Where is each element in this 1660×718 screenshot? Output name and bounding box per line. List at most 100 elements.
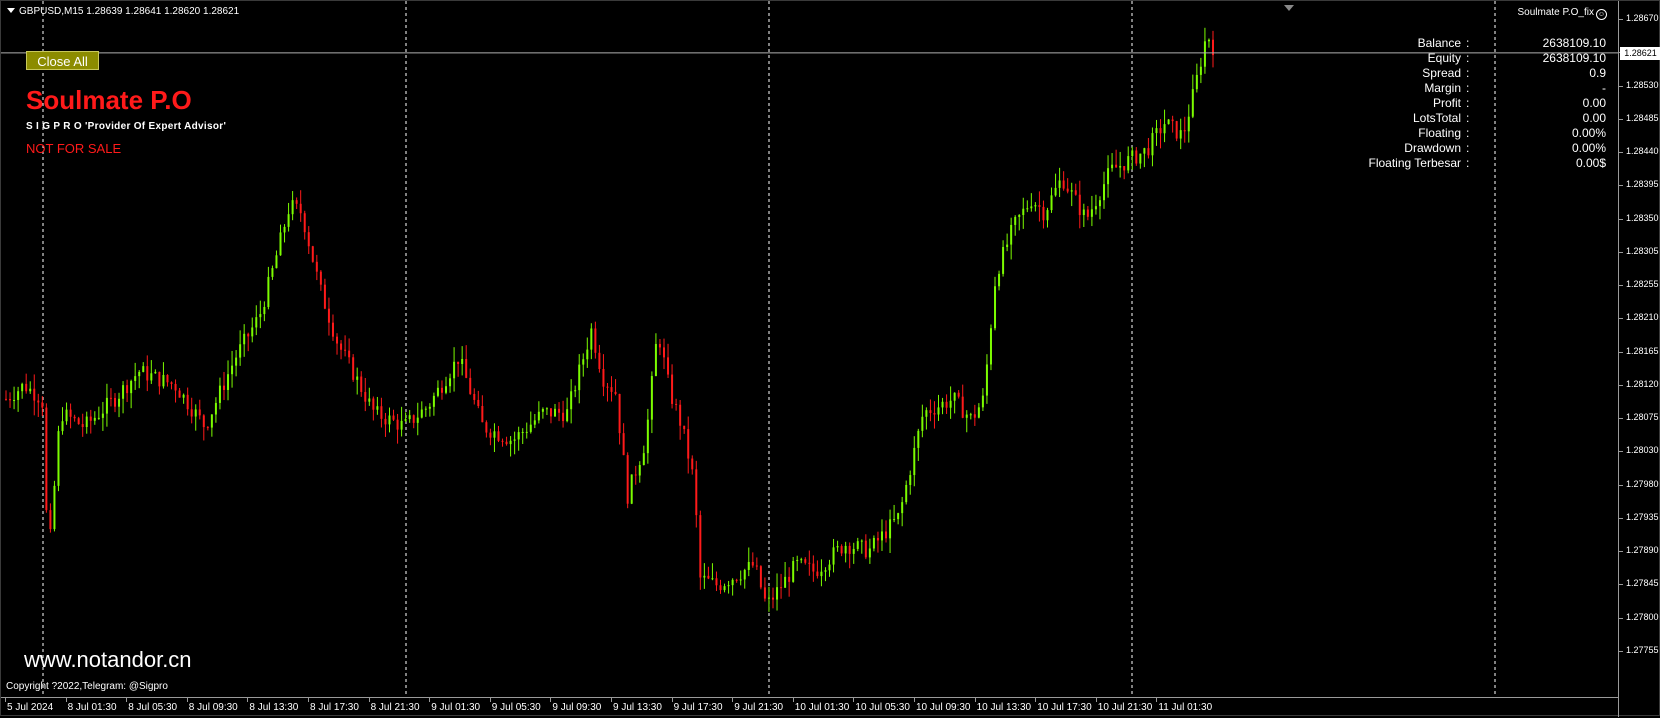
- stat-colon: :: [1466, 156, 1470, 170]
- time-tick: [853, 698, 855, 702]
- time-tick: [914, 698, 915, 702]
- symbol-info[interactable]: GBPUSD,M15 1.28639 1.28641 1.28620 1.286…: [7, 6, 239, 17]
- bull-candle: [784, 576, 787, 588]
- price-tick: [1619, 318, 1623, 320]
- time-tick: [671, 698, 673, 702]
- price-label: 1.28350: [1626, 212, 1659, 223]
- bear-candle: [170, 382, 173, 384]
- bull-candle: [1207, 39, 1210, 42]
- close-all-button[interactable]: Close All: [26, 51, 99, 70]
- bull-candle: [994, 286, 997, 329]
- stat-colon: :: [1466, 126, 1470, 140]
- bear-candle: [751, 561, 754, 566]
- bull-candle: [574, 390, 577, 392]
- bull-candle: [844, 545, 847, 554]
- bull-candle: [977, 407, 980, 418]
- price-label: 1.28670: [1626, 13, 1659, 23]
- bear-candle: [707, 575, 710, 579]
- price-tick: [1619, 451, 1623, 453]
- time-axis[interactable]: 5 Jul 2024 8 Jul 01:30 8 Jul 05:30 8 Jul 09…: [1, 697, 1618, 718]
- bull-candle: [1054, 187, 1057, 196]
- dropdown-triangle-icon[interactable]: [7, 8, 15, 13]
- bull-candle: [29, 388, 32, 392]
- bull-candle: [901, 502, 904, 514]
- bull-candle: [1070, 190, 1073, 192]
- stat-value: 0.00%: [1571, 126, 1606, 140]
- time-label: 10 Jul 01:30: [794, 702, 850, 713]
- bear-candle: [816, 571, 819, 577]
- price-tick: [1619, 551, 1623, 553]
- bull-candle: [832, 547, 835, 565]
- price-label: 1.27890: [1626, 545, 1659, 556]
- bear-candle: [81, 424, 84, 428]
- bear-candle: [667, 357, 670, 375]
- price-label: 1.28395: [1626, 179, 1659, 190]
- bear-candle: [473, 393, 476, 400]
- bear-candle: [715, 578, 718, 586]
- bull-candle: [554, 408, 557, 417]
- price-label: 1.28210: [1626, 312, 1659, 323]
- bull-candle: [416, 417, 419, 423]
- bear-candle: [481, 406, 484, 423]
- bear-candle: [477, 399, 480, 407]
- stat-value: 0.00$: [1575, 156, 1606, 170]
- bull-candle: [1034, 205, 1037, 207]
- bull-candle: [1151, 133, 1154, 156]
- bear-candle: [73, 416, 76, 419]
- bull-candle: [130, 381, 133, 394]
- price-tick: [1619, 584, 1623, 586]
- bull-candle: [925, 410, 928, 417]
- time-tick: [732, 698, 734, 702]
- bear-candle: [352, 357, 355, 380]
- symbol-ohlc-text: GBPUSD,M15 1.28639 1.28641 1.28620 1.286…: [19, 6, 240, 17]
- bull-candle: [905, 484, 908, 503]
- price-axis[interactable]: 1.286701.285801.285301.284851.284401.283…: [1618, 1, 1660, 717]
- bear-candle: [497, 431, 500, 441]
- expert-advisor-label[interactable]: Soulmate P.O_fix ☺: [1517, 7, 1607, 20]
- price-label: 1.27755: [1626, 645, 1659, 655]
- bull-candle: [61, 421, 64, 432]
- smiley-icon[interactable]: ☺: [1596, 9, 1607, 20]
- stat-value: 2638109.10: [1542, 36, 1606, 50]
- bull-candle: [101, 413, 104, 418]
- stat-label: LotsTotal: [1412, 111, 1461, 125]
- bull-candle: [97, 417, 100, 419]
- bear-candle: [699, 515, 702, 578]
- bear-candle: [735, 579, 738, 581]
- bull-candle: [259, 314, 262, 318]
- bear-candle: [755, 565, 758, 567]
- bear-candle: [327, 308, 330, 323]
- bull-candle: [432, 395, 435, 407]
- bear-candle: [1175, 121, 1178, 139]
- bear-candle: [1159, 128, 1162, 134]
- bear-candle: [166, 374, 169, 383]
- brand-tagline: S I G P R O 'Provider Of Expert Advisor': [26, 121, 227, 132]
- bear-candle: [485, 422, 488, 433]
- bear-candle: [109, 397, 112, 399]
- bear-candle: [945, 401, 948, 408]
- stat-value: 0.00: [1582, 111, 1606, 125]
- bull-candle: [1191, 89, 1194, 117]
- bear-candle: [45, 407, 48, 511]
- bear-candle: [340, 343, 343, 350]
- bull-candle: [17, 391, 20, 401]
- bear-candle: [158, 371, 161, 387]
- bear-candle: [174, 383, 177, 391]
- bull-candle: [283, 226, 286, 233]
- chart-shift-marker-icon[interactable]: [1284, 5, 1294, 11]
- bull-candle: [1111, 164, 1114, 169]
- time-label: 9 Jul 13:30: [613, 702, 662, 713]
- bear-candle: [780, 587, 783, 589]
- chart-window[interactable]: GBPUSD,M15 1.28639 1.28641 1.28620 1.286…: [0, 0, 1660, 718]
- bear-candle: [396, 419, 399, 430]
- time-tick: [611, 698, 612, 702]
- bear-candle: [113, 397, 116, 407]
- bull-candle: [824, 570, 827, 572]
- price-tick: [1619, 517, 1623, 519]
- bear-candle: [384, 418, 387, 425]
- bear-candle: [662, 347, 665, 358]
- bull-candle: [1014, 216, 1017, 225]
- bull-candle: [1163, 124, 1166, 134]
- bull-candle: [1187, 116, 1190, 132]
- bear-candle: [41, 402, 44, 408]
